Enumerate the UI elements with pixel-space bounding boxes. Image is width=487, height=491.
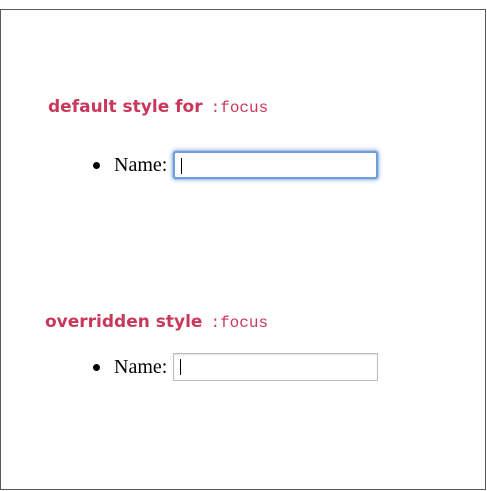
- selector-code: :focus: [210, 314, 269, 332]
- section-heading: overridden style :focus: [45, 312, 268, 333]
- selector-code: :focus: [210, 99, 269, 117]
- text-caret: [181, 158, 183, 174]
- section-heading: default style for :focus: [48, 97, 268, 118]
- heading-text: overridden style: [45, 312, 203, 332]
- bullet: [93, 363, 100, 371]
- bullet: [93, 161, 100, 169]
- name-label: Name:: [114, 355, 168, 378]
- list-item: Name:: [93, 150, 379, 180]
- text-caret: [180, 359, 182, 375]
- heading-text: default style for: [48, 97, 203, 117]
- list-item: Name:: [93, 352, 379, 382]
- name-label: Name:: [114, 153, 168, 176]
- name-input-focused[interactable]: [173, 151, 379, 179]
- name-input-overridden[interactable]: [173, 353, 379, 381]
- page-frame: default style for :focus Name: overridden…: [0, 9, 486, 490]
